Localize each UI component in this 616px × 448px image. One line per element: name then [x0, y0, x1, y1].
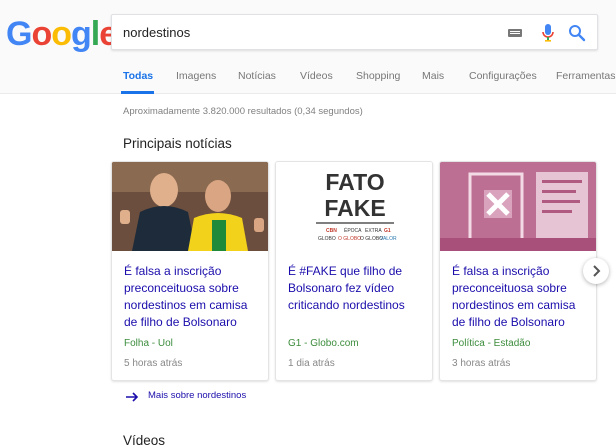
search-query[interactable]: nordestinos: [123, 25, 190, 40]
tab-images[interactable]: Imagens: [176, 70, 216, 82]
keyboard-icon[interactable]: [508, 29, 522, 37]
top-stories-heading: Principais notícias: [123, 136, 232, 151]
news-source: Política - Estadão: [452, 338, 531, 349]
news-title[interactable]: É falsa a inscrição preconceituosa sobre…: [452, 263, 592, 331]
search-tabs: Todas Imagens Notícias Vídeos Shopping M…: [0, 62, 616, 94]
tab-settings[interactable]: Configurações: [469, 70, 537, 82]
microphone-icon[interactable]: [541, 23, 555, 43]
tab-shopping[interactable]: Shopping: [356, 70, 400, 82]
brand-label: G1: [384, 228, 391, 234]
more-news-label[interactable]: Mais sobre nordestinos: [148, 390, 246, 401]
news-time: 5 horas atrás: [124, 358, 183, 369]
tab-tools[interactable]: Ferramentas: [556, 70, 616, 82]
news-title[interactable]: É #FAKE que filho de Bolsonaro fez vídeo…: [288, 263, 428, 314]
news-thumbnail[interactable]: FATO FAKE CBN ÉPOCA EXTRA G1 GLOBO O GLO…: [276, 162, 432, 251]
brand-label: EXTRA: [365, 228, 382, 234]
fato-text: FATO: [325, 169, 384, 195]
tab-videos[interactable]: Vídeos: [300, 70, 333, 82]
carousel-next-button[interactable]: [583, 258, 609, 284]
logo-letter: o: [31, 15, 52, 53]
tab-news[interactable]: Notícias: [238, 70, 276, 82]
search-input[interactable]: nordestinos: [111, 14, 598, 50]
tab-more[interactable]: Mais: [422, 70, 444, 82]
brand-label: CBN: [326, 228, 337, 234]
logo-letter: o: [51, 15, 72, 53]
news-source: G1 - Globo.com: [288, 338, 359, 349]
brand-label: VALOR: [380, 236, 397, 242]
news-card[interactable]: É falsa a inscrição preconceituosa sobre…: [111, 161, 269, 381]
header: Google nordestinos Todas Imagens Notícia…: [0, 0, 616, 94]
news-source: Folha - Uol: [124, 338, 173, 349]
brand-label: O GLOBO: [338, 236, 361, 242]
news-time: 1 dia atrás: [288, 358, 335, 369]
search-icon[interactable]: [567, 23, 587, 43]
news-time: 3 horas atrás: [452, 358, 511, 369]
logo-letter: l: [90, 15, 101, 53]
fake-text: FAKE: [324, 195, 385, 221]
brand-label: GLOBO: [318, 236, 336, 242]
chevron-right-icon: [593, 265, 601, 277]
google-logo[interactable]: Google: [6, 15, 118, 54]
arrow-right-icon: [126, 392, 139, 402]
news-thumbnail[interactable]: [112, 162, 268, 251]
news-thumbnail[interactable]: [440, 162, 596, 251]
result-stats: Aproximadamente 3.820.000 resultados (0,…: [123, 106, 363, 117]
news-title[interactable]: É falsa a inscrição preconceituosa sobre…: [124, 263, 264, 331]
brand-label: ÉPOCA: [344, 227, 362, 234]
tab-all[interactable]: Todas: [123, 70, 153, 82]
logo-letter: G: [6, 15, 32, 53]
logo-letter: g: [71, 15, 92, 53]
videos-heading: Vídeos: [123, 433, 166, 448]
news-card[interactable]: É falsa a inscrição preconceituosa sobre…: [439, 161, 597, 381]
news-card[interactable]: FATO FAKE CBN ÉPOCA EXTRA G1 GLOBO O GLO…: [275, 161, 433, 381]
active-tab-indicator: [121, 91, 154, 94]
